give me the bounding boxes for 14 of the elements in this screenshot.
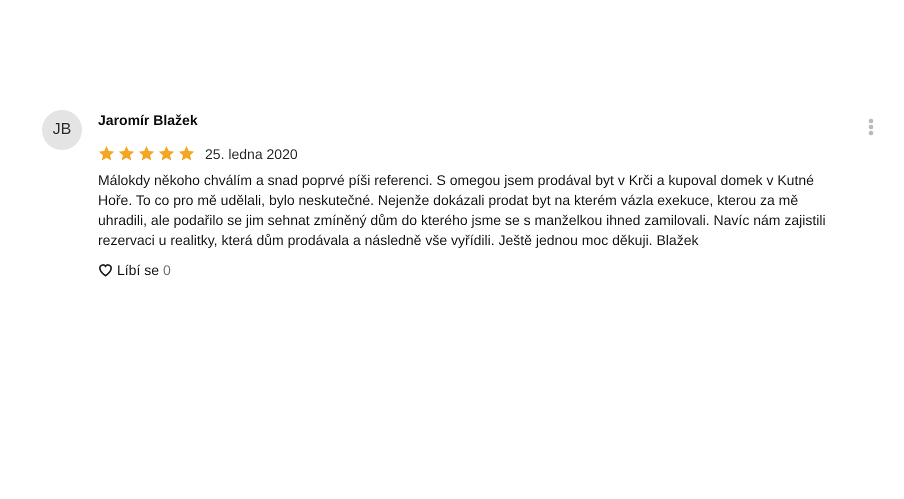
author-name: Jaromír Blažek [98, 112, 198, 128]
like-label: Líbí se [117, 262, 160, 278]
like-count: 0 [163, 262, 171, 278]
star-icon [158, 145, 175, 162]
more-options-icon[interactable] [868, 118, 874, 136]
like-button[interactable]: Líbí se 0 [98, 262, 171, 278]
star-icon [118, 145, 135, 162]
heart-icon [98, 263, 113, 277]
review-date: 25. ledna 2020 [205, 146, 298, 162]
star-icon [98, 145, 115, 162]
star-icon [138, 145, 155, 162]
star-icon [178, 145, 195, 162]
review-text: Málokdy někoho chválím a snad poprvé píši referenci. S omegou jsem prodával byt v Krči a kupoval domek v Kutné Hoře. To co pro mě udělali, bylo neskutečné. Nejenže dokázali prodat byt na kterém vázla exekuce, kterou za mě uhradili, ale podařilo se jim sehnat zmíněný dům do kterého jsme se s manželkou ihned zamilovali. Navíc nám zajistili rezervaci u realitky, která dům prodávala a následně vše vyřídili. Ještě jednou moc děkuji. Blažek [98, 171, 827, 250]
avatar: JB [42, 110, 82, 150]
